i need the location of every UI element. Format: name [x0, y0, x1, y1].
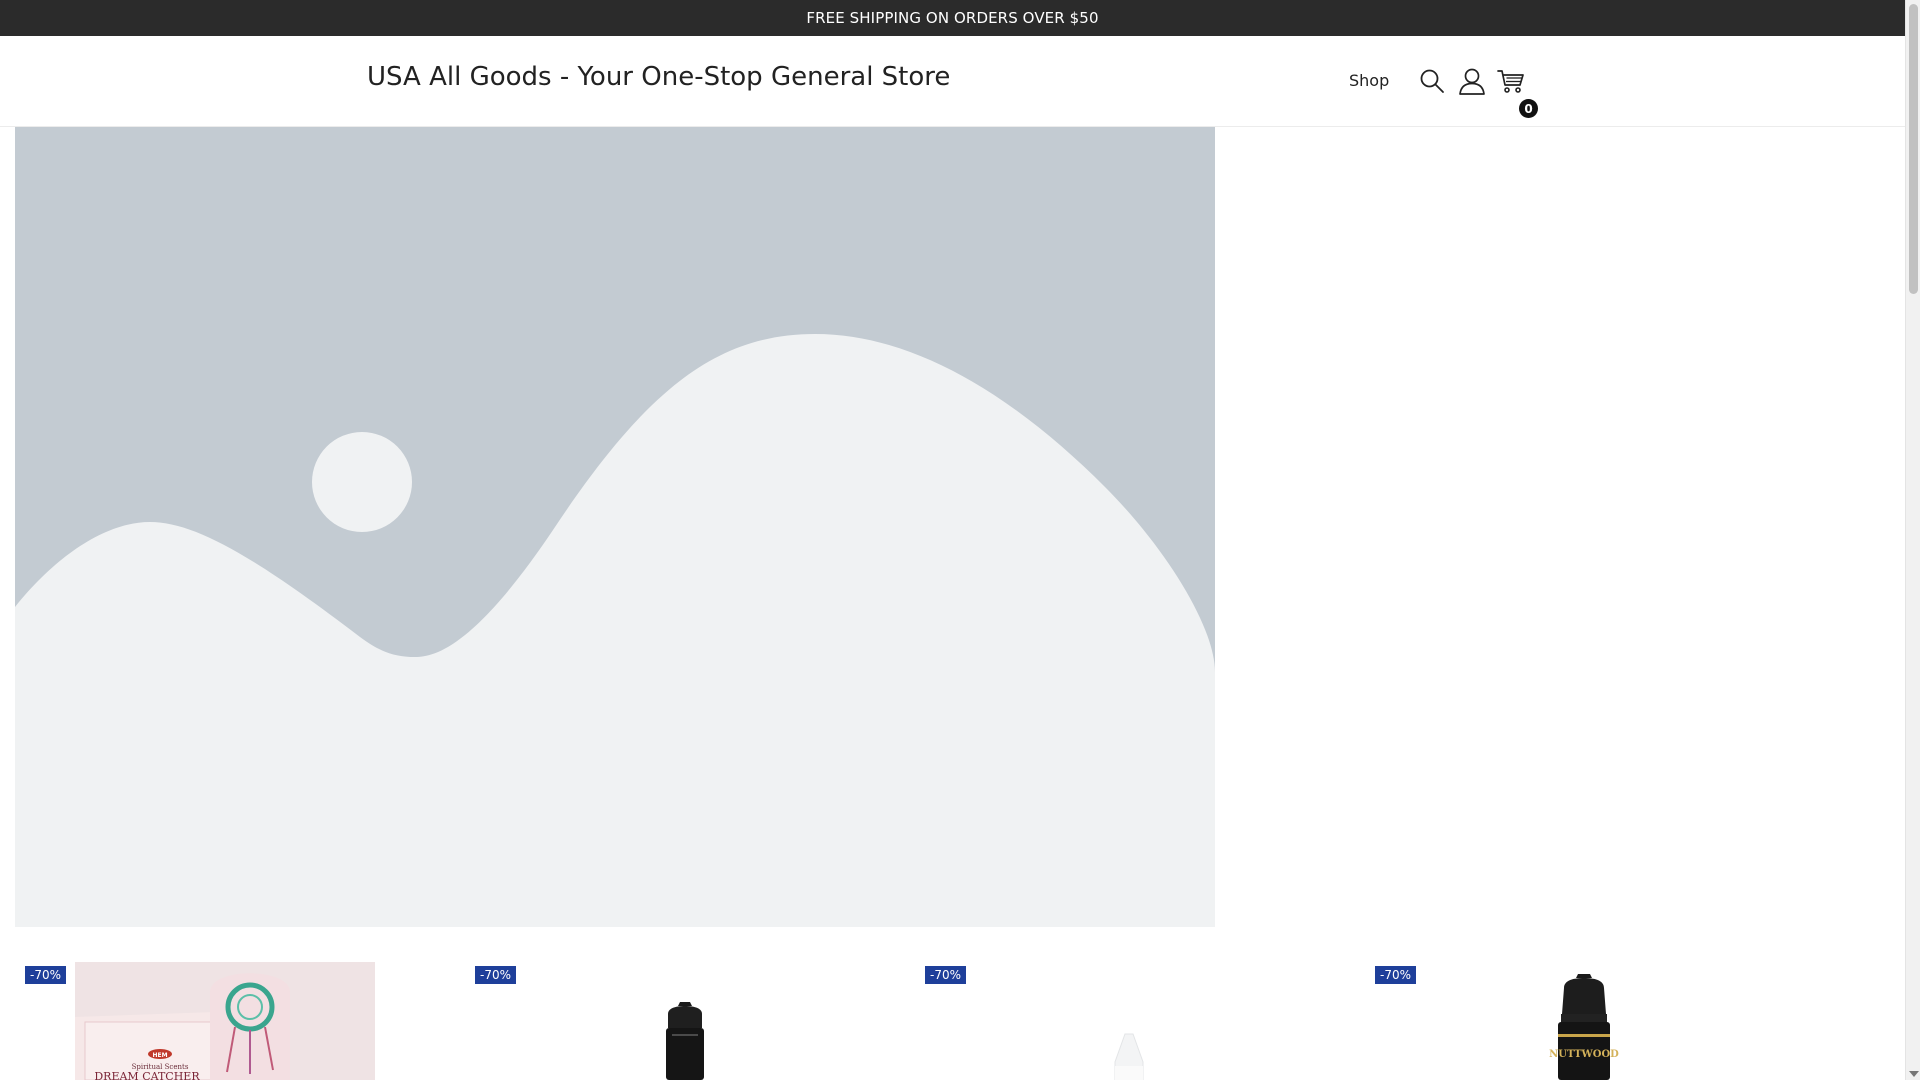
product-name-label: NUTTWOOD: [1549, 1049, 1619, 1060]
discount-badge: -70%: [475, 966, 517, 984]
product-image[interactable]: NUTTWOOD: [1530, 962, 1640, 1080]
brand-label: HEM: [152, 1052, 167, 1059]
product-image[interactable]: HEM Spiritual Scents DREAM CATCHER: [75, 962, 375, 1080]
discount-badge: -70%: [1375, 966, 1417, 984]
nav-shop-link[interactable]: Shop: [1349, 71, 1389, 90]
image-placeholder-icon: [15, 127, 1215, 927]
cart-icon[interactable]: [1496, 66, 1526, 96]
announcement-text: FREE SHIPPING ON ORDERS OVER $50: [806, 9, 1099, 27]
cart-count-badge: 0: [1519, 99, 1538, 118]
product-card[interactable]: -70%: [465, 962, 915, 1080]
announcement-bar: FREE SHIPPING ON ORDERS OVER $50: [0, 0, 1905, 36]
scrollbar-thumb[interactable]: [1909, 4, 1918, 294]
product-grid: -70% HEM Spiritual Scents DREAM CATCHER: [15, 962, 1905, 1080]
product-image[interactable]: [640, 962, 730, 1080]
site-title[interactable]: USA All Goods - Your One-Stop General St…: [367, 62, 950, 92]
product-image[interactable]: [1085, 962, 1175, 1080]
product-card[interactable]: -70% HEM Spiritual Scents DREAM CATCHER: [15, 962, 465, 1080]
discount-badge: -70%: [25, 966, 67, 984]
discount-badge: -70%: [925, 966, 967, 984]
site-header: USA All Goods - Your One-Stop General St…: [0, 36, 1905, 127]
product-card[interactable]: -70% NUTTWOOD: [1365, 962, 1815, 1080]
search-icon[interactable]: [1417, 66, 1447, 96]
hero-image-placeholder: [15, 127, 1215, 927]
product-card[interactable]: -70%: [915, 962, 1365, 1080]
product-name-label: DREAM CATCHER: [94, 1070, 200, 1080]
scroll-down-arrow-icon[interactable]: [1909, 1071, 1919, 1077]
page-scrollbar[interactable]: [1905, 0, 1920, 1080]
user-icon[interactable]: [1457, 66, 1487, 96]
